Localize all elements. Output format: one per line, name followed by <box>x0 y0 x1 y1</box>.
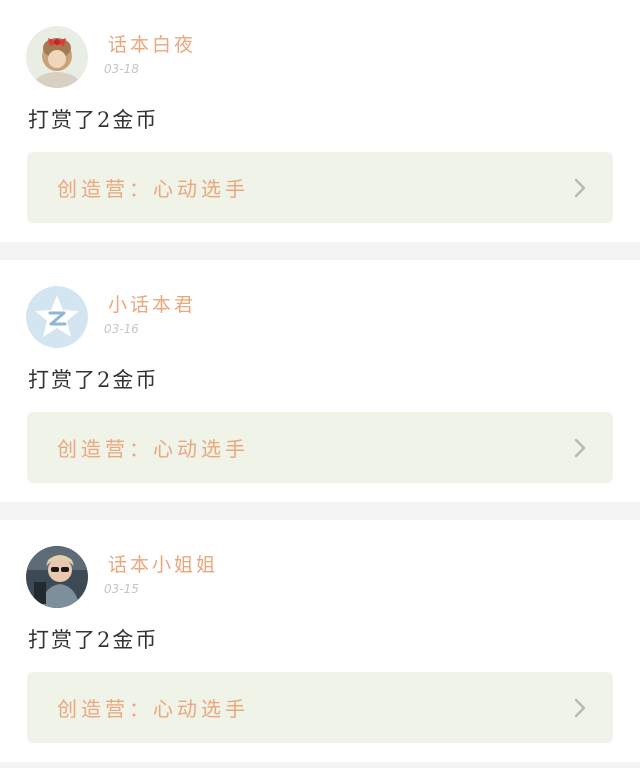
work-link-card[interactable]: 创造营：心动选手 <box>27 672 613 743</box>
reward-text: 打赏了2金币 <box>28 628 159 652</box>
chevron-right-icon <box>574 438 586 458</box>
username[interactable]: 小话本君 <box>108 290 196 317</box>
chevron-right-icon <box>574 178 586 198</box>
username[interactable]: 话本小姐姐 <box>108 550 218 577</box>
feed-card: 话本小姐姐 03-15 打赏了2金币 创造营：心动选手 <box>0 520 640 762</box>
woman-with-sunglasses-avatar-icon <box>26 546 88 608</box>
user-avatar[interactable] <box>26 546 88 608</box>
reward-text: 打赏了2金币 <box>28 368 159 392</box>
post-date: 03-18 <box>104 62 139 76</box>
star-z-logo-avatar-icon <box>26 286 88 348</box>
work-title: 创造营：心动选手 <box>57 697 249 721</box>
feed-card: 小话本君 03-16 打赏了2金币 创造营：心动选手 <box>0 260 640 502</box>
work-title: 创造营：心动选手 <box>57 177 249 201</box>
reward-feed: 话本白夜 03-18 打赏了2金币 创造营：心动选手 小话本君 03-16 打赏… <box>0 0 640 768</box>
work-link-card[interactable]: 创造营：心动选手 <box>27 152 613 223</box>
user-avatar[interactable] <box>26 26 88 88</box>
username[interactable]: 话本白夜 <box>108 30 196 57</box>
work-title: 创造营：心动选手 <box>57 437 249 461</box>
work-link-card[interactable]: 创造营：心动选手 <box>27 412 613 483</box>
chevron-right-icon <box>574 698 586 718</box>
reward-text: 打赏了2金币 <box>28 108 159 132</box>
post-date: 03-15 <box>104 582 139 596</box>
user-avatar[interactable] <box>26 286 88 348</box>
post-date: 03-16 <box>104 322 139 336</box>
feed-card: 话本白夜 03-18 打赏了2金币 创造营：心动选手 <box>0 0 640 242</box>
girl-with-red-bow-avatar-icon <box>26 26 88 88</box>
